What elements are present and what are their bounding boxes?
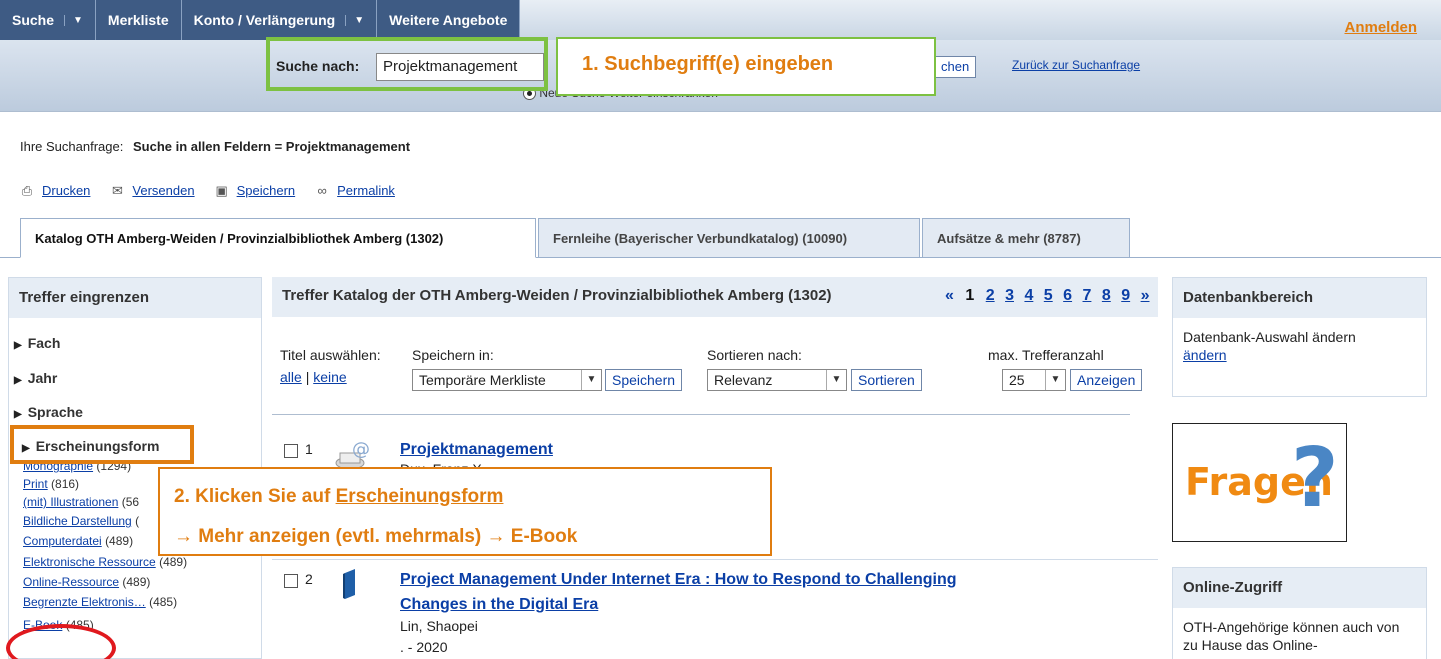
database-box-title: Datenbankbereich [1173, 278, 1426, 318]
facet-value[interactable]: Print (816) [23, 477, 79, 491]
chevron-down-icon: ▼ [826, 370, 846, 390]
chevron-down-icon[interactable]: ▼ [345, 14, 364, 26]
printer-icon: ⎙ [21, 183, 33, 198]
facet-jahr[interactable]: ▶ Jahr [14, 370, 57, 386]
max-hits-label: max. Trefferanzahl [988, 347, 1104, 363]
toolbar: ⎙ Drucken ✉ Versenden ▣ Speichern ∞ Permalin… [18, 183, 395, 198]
pager-page[interactable]: 9 [1121, 287, 1130, 304]
facet-value[interactable]: Begrenzte Elektronis… (485) [23, 595, 177, 609]
chevron-down-icon: ▼ [581, 370, 601, 390]
query-label: Ihre Suchanfrage: [20, 139, 124, 154]
save-in-label: Speichern in: [412, 347, 494, 363]
divider [272, 414, 1130, 415]
catalog-tabs: Katalog OTH Amberg-Weiden / Provinzialbi… [0, 218, 1441, 258]
callout-search-highlight [266, 37, 548, 91]
search-query-summary: Ihre Suchanfrage: Suche in allen Feldern… [20, 139, 410, 154]
facet-sprache[interactable]: ▶ Sprache [14, 404, 83, 420]
select-links: alle | keine [280, 369, 347, 385]
link-icon: ∞ [317, 183, 327, 198]
triangle-right-icon: ▶ [14, 409, 22, 420]
facet-value[interactable]: Bildliche Darstellung ( [23, 514, 139, 528]
result-author: Lin, Shaopei [400, 618, 478, 634]
question-mark-icon: ? [1291, 431, 1339, 526]
online-access-title: Online-Zugriff [1173, 568, 1426, 608]
permalink-button[interactable]: ∞ Permalink [313, 183, 395, 198]
save-list-button[interactable]: Speichern [605, 369, 683, 391]
result-title-link[interactable]: Project Management Under Internet Era : … [400, 571, 957, 589]
facet-panel-title: Treffer eingrenzen [9, 278, 261, 318]
chevron-down-icon: ▼ [1045, 370, 1065, 390]
result-checkbox[interactable] [284, 574, 298, 588]
nav-item-suche[interactable]: Suche ▼ [0, 0, 96, 40]
pagination: « 1 2 3 4 5 6 7 8 9 » [942, 287, 1153, 305]
pager-current: 1 [965, 287, 975, 304]
result-number: 1 [305, 441, 313, 457]
result-year: . - 2020 [400, 639, 448, 655]
tab-fernleihe[interactable]: Fernleihe (Bayerischer Verbundkatalog) (… [538, 218, 920, 258]
facet-fach[interactable]: ▶ Fach [14, 335, 60, 351]
select-titles-label: Titel auswählen: [280, 347, 381, 363]
select-all-link[interactable]: alle [280, 369, 302, 385]
callout-line-2: → Mehr anzeigen (evtl. mehrmals) → E-Boo… [174, 526, 578, 547]
facet-value[interactable]: Elektronische Ressource (489) [23, 555, 187, 569]
tab-aufsaetze[interactable]: Aufsätze & mehr (8787) [922, 218, 1130, 258]
callout-facet-highlight [10, 425, 194, 464]
search-button[interactable]: chen [934, 56, 977, 78]
database-change-link[interactable]: ändern [1183, 347, 1227, 363]
online-access-box: Online-Zugriff OTH-Angehörige können auc… [1172, 567, 1427, 659]
online-access-body: OTH-Angehörige können auch von zu Hause … [1183, 619, 1400, 653]
nav-bar: Suche ▼ Merkliste Konto / Verlängerung ▼ W… [0, 0, 521, 40]
facet-value[interactable]: Computerdatei (489) [23, 534, 133, 548]
send-button[interactable]: ✉ Versenden [108, 183, 195, 198]
nav-item-weitere-angebote[interactable]: Weitere Angebote [377, 0, 521, 40]
save-in-select[interactable]: Temporäre Merkliste ▼ [412, 369, 602, 391]
result-checkbox[interactable] [284, 444, 298, 458]
query-value: Suche in allen Feldern = Projektmanageme… [132, 139, 411, 154]
nav-item-merkliste[interactable]: Merkliste [95, 0, 182, 40]
pager-page[interactable]: 3 [1005, 287, 1014, 304]
facet-value[interactable]: Online-Ressource (489) [23, 575, 150, 589]
database-box-body: Datenbank-Auswahl ändern ändern [1183, 329, 1356, 363]
chevron-down-icon[interactable]: ▼ [64, 14, 83, 26]
pager-page[interactable]: 2 [986, 287, 995, 304]
back-to-query-link[interactable]: Zurück zur Suchanfrage [1012, 58, 1140, 72]
pager-page[interactable]: 8 [1102, 287, 1111, 304]
pager-page[interactable]: 6 [1063, 287, 1072, 304]
pager-page[interactable]: 5 [1044, 287, 1053, 304]
callout-search-instruction: 1. Suchbegriff(e) eingeben [556, 37, 936, 96]
callout-facet-instruction: 2. Klicken Sie auf Erscheinungsform → Me… [158, 467, 772, 556]
result-number: 2 [305, 571, 313, 587]
nav-item-konto[interactable]: Konto / Verlängerung ▼ [181, 0, 378, 40]
print-button[interactable]: ⎙ Drucken [18, 183, 91, 198]
save-button[interactable]: ▣ Speichern [213, 183, 295, 198]
sort-label: Sortieren nach: [707, 347, 802, 363]
max-hits-select[interactable]: 25 ▼ [1002, 369, 1066, 391]
pager-prev[interactable]: « [945, 287, 954, 304]
facet-value[interactable]: (mit) Illustrationen (56 [23, 495, 139, 509]
callout-line-1: 2. Klicken Sie auf Erscheinungsform [174, 486, 504, 507]
triangle-right-icon: ▶ [14, 340, 22, 351]
result-title-link-cont[interactable]: Changes in the Digital Era [400, 596, 598, 614]
pager-page[interactable]: 7 [1083, 287, 1092, 304]
show-button[interactable]: Anzeigen [1070, 369, 1143, 391]
sort-select[interactable]: Relevanz ▼ [707, 369, 847, 391]
pager-page[interactable]: 4 [1024, 287, 1033, 304]
triangle-right-icon: ▶ [14, 375, 22, 386]
envelope-icon: ✉ [111, 183, 123, 198]
svg-text:@: @ [352, 439, 370, 460]
select-none-link[interactable]: keine [313, 369, 346, 385]
login-link[interactable]: Anmelden [1344, 19, 1417, 36]
database-box: Datenbankbereich Datenbank-Auswahl änder… [1172, 277, 1427, 397]
questions-banner[interactable]: Fragen ? [1172, 423, 1347, 542]
book-icon [342, 569, 358, 599]
pager-next[interactable]: » [1141, 287, 1150, 304]
floppy-icon: ▣ [215, 183, 228, 198]
result-title-link[interactable]: Projektmanagement [400, 441, 553, 459]
sort-button[interactable]: Sortieren [851, 369, 922, 391]
divider [272, 559, 1158, 560]
tab-katalog[interactable]: Katalog OTH Amberg-Weiden / Provinzialbi… [20, 218, 536, 258]
top-navigation: Suche ▼ Merkliste Konto / Verlängerung ▼ W… [0, 0, 1441, 40]
